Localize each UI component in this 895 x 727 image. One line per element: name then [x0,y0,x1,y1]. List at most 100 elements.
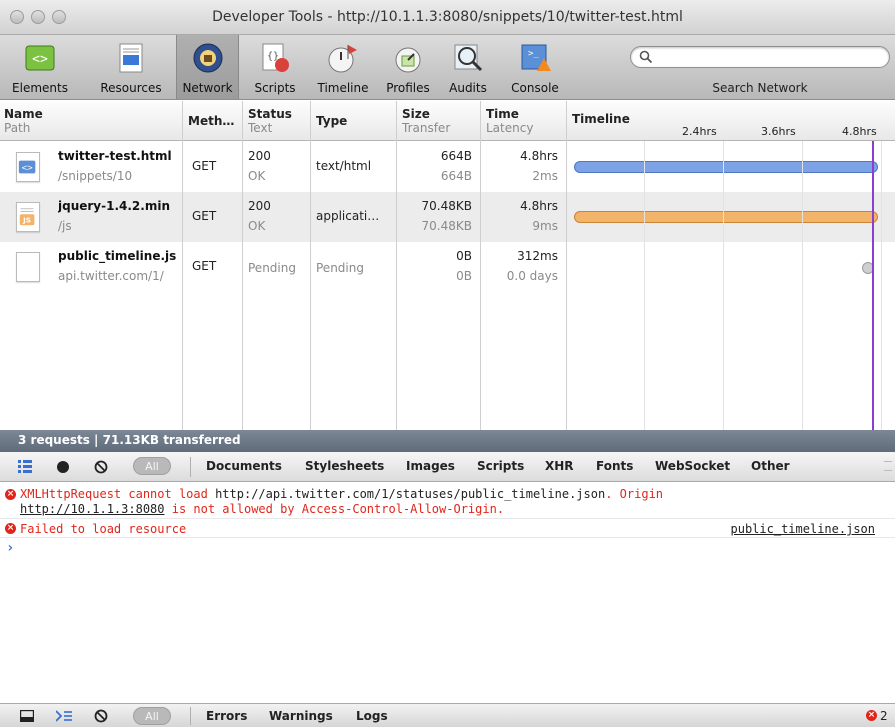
console-filter-errors[interactable]: Errors [206,709,247,723]
column-header-size[interactable]: Size Transfer [402,107,450,135]
filter-separator [190,457,191,477]
large-rows-toggle-icon[interactable] [18,460,32,473]
filter-other[interactable]: Other [751,459,790,473]
profiles-icon [395,47,421,73]
request-type: applicati… [316,209,380,223]
request-time: 312ms [517,249,558,263]
devtools-toolbar: <> Elements Resources Network {} Scripts [0,35,895,100]
console-panel[interactable]: × XMLHttpRequest cannot load http://api.… [0,482,895,703]
column-divider [182,101,183,430]
tab-scripts[interactable]: {} Scripts [244,35,306,99]
resources-icon [119,43,143,73]
request-size: 0B [456,249,472,263]
column-header-status[interactable]: Status Text [248,107,292,135]
column-header-method[interactable]: Meth… [188,114,234,128]
search-network-input[interactable] [630,46,890,68]
record-icon[interactable] [56,460,70,474]
statusbar-separator [190,707,191,725]
console-source-link[interactable]: public_timeline.json [731,522,876,536]
request-time: 4.8hrs [520,149,558,163]
console-prompt[interactable]: › [6,540,14,556]
console-message-error: × Failed to load resource public_timelin… [0,520,895,538]
blank-file-icon [16,252,40,282]
console-filter-all-button[interactable]: All [133,707,171,725]
resize-handle-icon[interactable] [884,461,892,471]
console-filter-warnings[interactable]: Warnings [269,709,333,723]
timeline-icon [328,45,357,73]
tab-timeline[interactable]: Timeline [308,35,378,99]
request-type: Pending [316,261,364,275]
request-name: public_timeline.js [58,249,177,263]
tab-console[interactable]: >_ Console [500,35,570,99]
timeline-tick-label: 3.6hrs [761,125,796,138]
filter-xhr[interactable]: XHR [545,459,574,473]
error-icon: × [5,489,16,500]
column-divider [242,101,243,430]
request-method: GET [192,159,217,173]
console-origin-link[interactable]: http://10.1.1.3:8080 [20,502,165,516]
network-request-row[interactable]: public_timeline.js api.twitter.com/1/ GE… [0,242,895,292]
timeline-gridline [723,141,724,430]
filter-websocket[interactable]: WebSocket [655,459,730,473]
tab-profiles[interactable]: Profiles [380,35,436,99]
request-size: 70.48KB [421,199,472,213]
load-event-marker [872,141,874,431]
clear-icon[interactable] [94,460,108,474]
column-header-time[interactable]: Time Latency [486,107,533,135]
console-icon: >_ [521,44,551,71]
clear-console-icon[interactable] [94,709,108,723]
tab-elements[interactable]: <> Elements [6,35,74,99]
tab-network[interactable]: Network [176,35,239,99]
network-grid: Name Path Meth… Status Text Type Size Tr… [0,101,895,431]
request-type: text/html [316,159,372,173]
error-count[interactable]: 2 [880,709,888,723]
dock-toggle-icon[interactable] [20,710,34,722]
filter-scripts[interactable]: Scripts [477,459,524,473]
filter-fonts[interactable]: Fonts [596,459,633,473]
filter-documents[interactable]: Documents [206,459,282,473]
console-url-link[interactable]: http://api.twitter.com/1/statuses/public… [215,487,605,501]
filter-images[interactable]: Images [406,459,455,473]
network-request-row[interactable]: JS jquery-1.4.2.min /js GET 200 OK appli… [0,192,895,242]
console-toggle-icon[interactable] [56,710,72,722]
request-latency: 2ms [532,169,558,183]
request-latency: 9ms [532,219,558,233]
request-time: 4.8hrs [520,199,558,213]
request-transfer: 70.48KB [421,219,472,233]
svg-text:<>: <> [22,163,34,174]
html-file-icon: <> [16,152,40,182]
request-path: /snippets/10 [58,169,133,183]
console-filter-logs[interactable]: Logs [356,709,388,723]
resource-filter-bar: All Documents Stylesheets Images Scripts… [0,452,895,482]
tab-audits[interactable]: Audits [441,35,495,99]
network-request-row[interactable]: <> twitter-test.html /snippets/10 GET 20… [0,142,895,192]
svg-text:<>: <> [32,52,48,67]
request-status-text: OK [248,219,266,233]
request-status-code: 200 [248,149,271,163]
audits-icon [454,44,483,72]
elements-icon: <> [25,45,55,71]
request-method: GET [192,259,217,273]
svg-text:JS: JS [22,216,31,225]
svg-text:>_: >_ [528,49,539,59]
column-divider [566,101,567,430]
js-file-icon: JS [16,202,40,232]
request-method: GET [192,209,217,223]
request-size: 664B [440,149,472,163]
column-divider [480,101,481,430]
request-path: /js [58,219,72,233]
column-header-timeline[interactable]: Timeline [572,112,630,126]
timeline-bar [574,161,878,173]
column-header-name[interactable]: Name Path [4,107,43,135]
window-title: Developer Tools - http://10.1.1.3:8080/s… [212,9,683,25]
request-latency: 0.0 days [506,269,558,283]
column-header-type[interactable]: Type [316,114,347,128]
tab-resources[interactable]: Resources [92,35,170,99]
filter-stylesheets[interactable]: Stylesheets [305,459,384,473]
request-status-text: OK [248,169,266,183]
search-icon [639,50,653,64]
filter-all-button[interactable]: All [133,457,171,475]
request-name: twitter-test.html [58,149,172,163]
console-message-error: × XMLHttpRequest cannot load http://api.… [0,485,895,519]
error-icon: × [5,523,16,534]
